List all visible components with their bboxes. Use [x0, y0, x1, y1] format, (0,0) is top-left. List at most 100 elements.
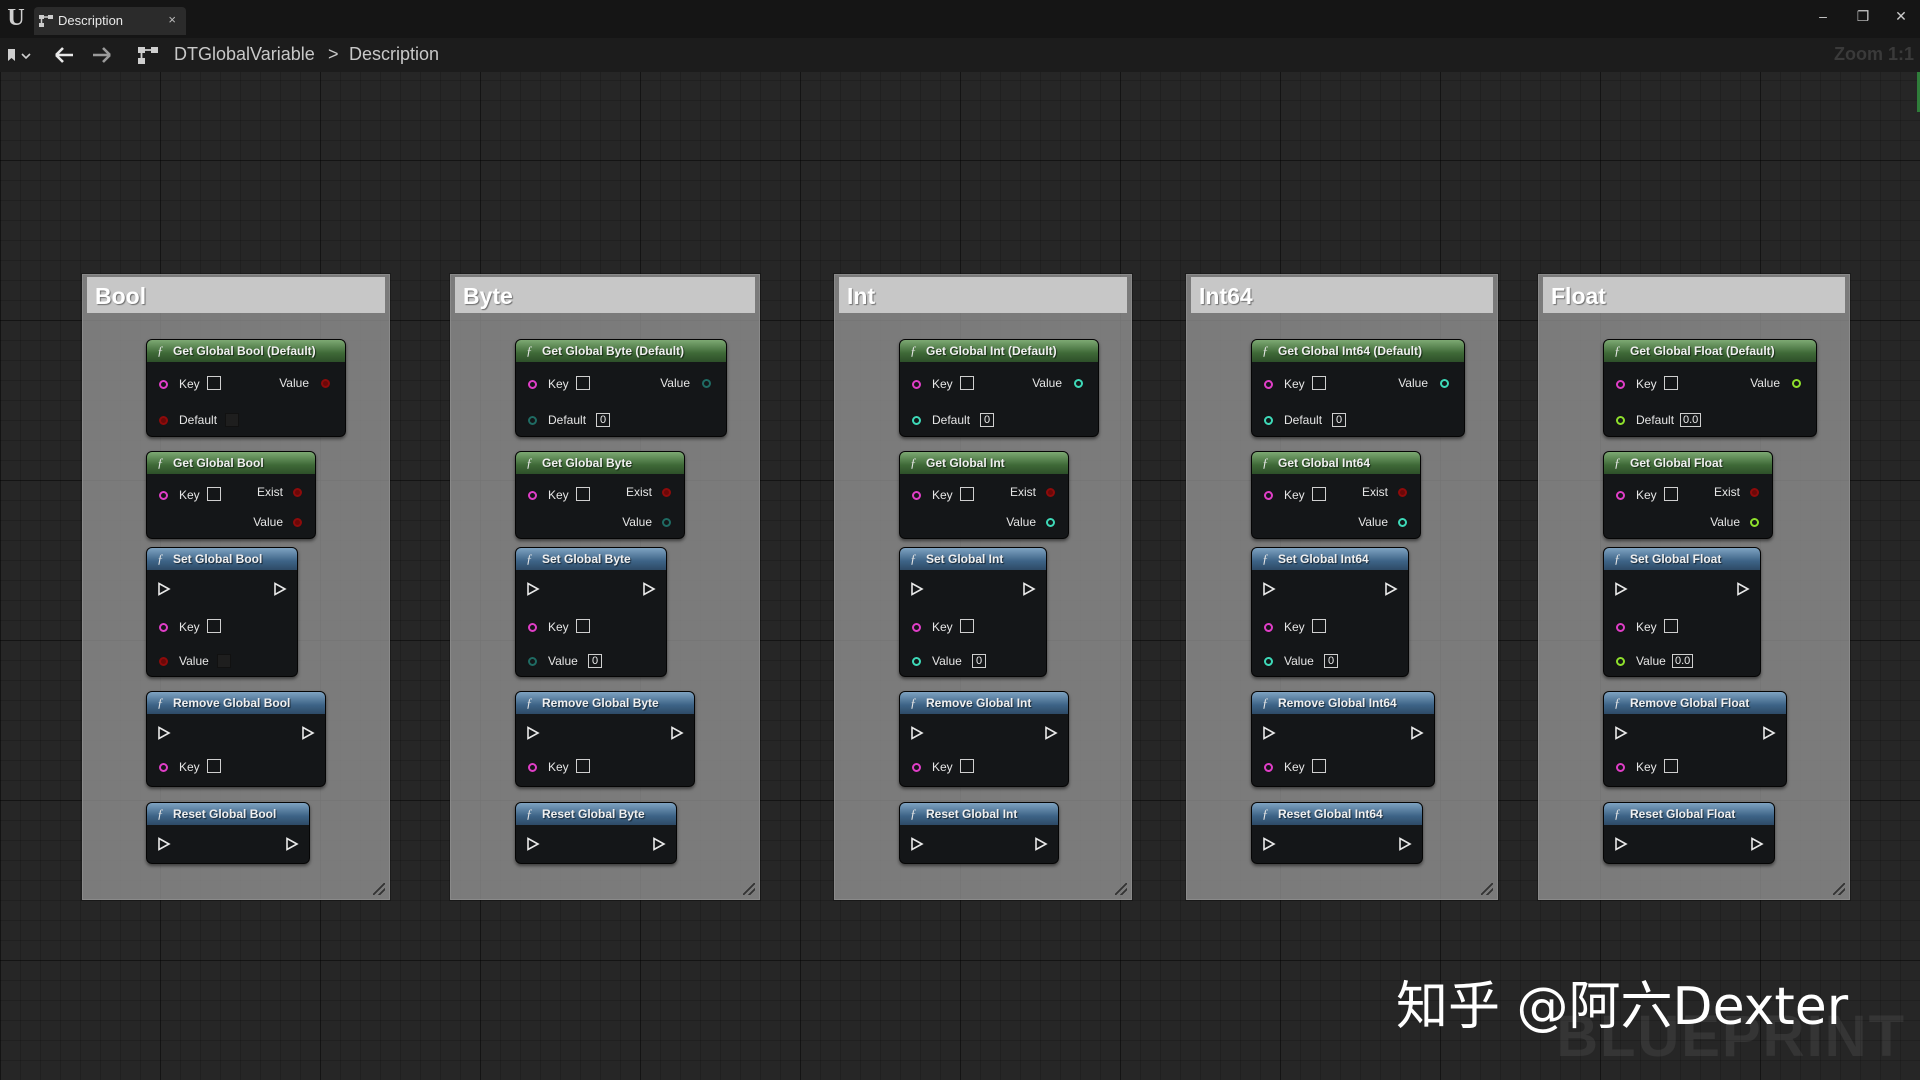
- exec-out-pin[interactable]: [1022, 582, 1036, 596]
- key-pin[interactable]: [528, 491, 537, 500]
- node-remove[interactable]: ƒ Remove Global Float Key: [1603, 691, 1787, 787]
- node-remove[interactable]: ƒ Remove Global Int64 Key: [1251, 691, 1435, 787]
- comment-box-bool[interactable]: Bool ƒ Get Global Bool (Default) Key Value De…: [82, 274, 390, 900]
- key-pin[interactable]: [1264, 491, 1273, 500]
- key-input[interactable]: [960, 376, 974, 390]
- exec-out-pin[interactable]: [1044, 726, 1058, 740]
- exec-in-pin[interactable]: [1614, 837, 1628, 851]
- value-pin[interactable]: [293, 518, 302, 527]
- value-pin[interactable]: [1792, 379, 1801, 388]
- close-window-button[interactable]: ✕: [1886, 5, 1916, 27]
- exec-out-pin[interactable]: [301, 726, 315, 740]
- key-pin[interactable]: [1616, 491, 1625, 500]
- key-pin[interactable]: [528, 763, 537, 772]
- node-reset[interactable]: ƒ Reset Global Bool: [146, 802, 310, 864]
- key-pin[interactable]: [912, 623, 921, 632]
- key-pin[interactable]: [1264, 380, 1273, 389]
- comment-box-float[interactable]: Float ƒ Get Global Float (Default) Key Value…: [1538, 274, 1850, 900]
- node-set[interactable]: ƒ Set Global Int64 Key Value 0: [1251, 547, 1409, 677]
- exist-pin[interactable]: [1046, 488, 1055, 497]
- exec-in-pin[interactable]: [526, 582, 540, 596]
- exec-in-pin[interactable]: [1262, 726, 1276, 740]
- exec-out-pin[interactable]: [273, 582, 287, 596]
- key-input[interactable]: [1664, 376, 1678, 390]
- value-pin[interactable]: [702, 379, 711, 388]
- key-input[interactable]: [1312, 759, 1326, 773]
- node-set[interactable]: ƒ Set Global Bool Key Value: [146, 547, 298, 677]
- value-input[interactable]: 0.0: [1672, 654, 1694, 668]
- exec-in-pin[interactable]: [910, 837, 924, 851]
- node-get[interactable]: ƒ Get Global Int Key Exist Value: [899, 451, 1069, 539]
- node-set[interactable]: ƒ Set Global Float Key Value 0.0: [1603, 547, 1761, 677]
- default-input[interactable]: 0: [596, 413, 610, 427]
- key-pin[interactable]: [159, 623, 168, 632]
- default-pin[interactable]: [912, 416, 921, 425]
- exist-pin[interactable]: [1750, 488, 1759, 497]
- exec-out-pin[interactable]: [1736, 582, 1750, 596]
- key-pin[interactable]: [1264, 763, 1273, 772]
- key-pin[interactable]: [1616, 623, 1625, 632]
- node-get[interactable]: ƒ Get Global Int64 Key Exist Value: [1251, 451, 1421, 539]
- value-pin[interactable]: [1398, 518, 1407, 527]
- bookmark-icon[interactable]: [6, 44, 34, 66]
- default-pin[interactable]: [528, 416, 537, 425]
- node-get-default[interactable]: ƒ Get Global Float (Default) Key Value Defau…: [1603, 339, 1817, 437]
- key-input[interactable]: [207, 376, 221, 390]
- exec-in-pin[interactable]: [910, 726, 924, 740]
- node-reset[interactable]: ƒ Reset Global Float: [1603, 802, 1775, 864]
- key-pin[interactable]: [159, 491, 168, 500]
- key-input[interactable]: [1664, 759, 1678, 773]
- key-input[interactable]: [960, 759, 974, 773]
- value-pin[interactable]: [1616, 657, 1625, 666]
- exist-pin[interactable]: [293, 488, 302, 497]
- default-input[interactable]: 0.0: [1680, 413, 1702, 427]
- resize-handle-icon[interactable]: [1481, 883, 1493, 895]
- key-input[interactable]: [576, 487, 590, 501]
- exec-in-pin[interactable]: [1614, 726, 1628, 740]
- exec-out-pin[interactable]: [652, 837, 666, 851]
- key-input[interactable]: [207, 759, 221, 773]
- key-input[interactable]: [960, 487, 974, 501]
- value-pin[interactable]: [1264, 657, 1273, 666]
- key-input[interactable]: [1312, 619, 1326, 633]
- value-input[interactable]: 0: [1324, 654, 1338, 668]
- value-pin[interactable]: [321, 379, 330, 388]
- exec-out-pin[interactable]: [1410, 726, 1424, 740]
- exec-out-pin[interactable]: [285, 837, 299, 851]
- resize-handle-icon[interactable]: [1115, 883, 1127, 895]
- key-pin[interactable]: [159, 763, 168, 772]
- value-pin[interactable]: [1074, 379, 1083, 388]
- node-get-default[interactable]: ƒ Get Global Int (Default) Key Value Default…: [899, 339, 1099, 437]
- resize-handle-icon[interactable]: [1833, 883, 1845, 895]
- comment-header[interactable]: Byte: [455, 277, 755, 313]
- comment-box-int[interactable]: Int ƒ Get Global Int (Default) Key Value Defa…: [834, 274, 1132, 900]
- comment-box-byte[interactable]: Byte ƒ Get Global Byte (Default) Key Value De…: [450, 274, 760, 900]
- tab-description[interactable]: Description ×: [34, 7, 186, 35]
- node-set[interactable]: ƒ Set Global Int Key Value 0: [899, 547, 1047, 677]
- default-pin[interactable]: [1616, 416, 1625, 425]
- value-pin[interactable]: [159, 657, 168, 666]
- value-checkbox[interactable]: [217, 654, 231, 668]
- default-pin[interactable]: [1264, 416, 1273, 425]
- node-set[interactable]: ƒ Set Global Byte Key Value 0: [515, 547, 667, 677]
- exec-in-pin[interactable]: [1614, 582, 1628, 596]
- key-pin[interactable]: [912, 380, 921, 389]
- key-input[interactable]: [1664, 487, 1678, 501]
- restore-button[interactable]: ❐: [1848, 5, 1878, 27]
- node-remove[interactable]: ƒ Remove Global Int Key: [899, 691, 1069, 787]
- exec-in-pin[interactable]: [910, 582, 924, 596]
- key-input[interactable]: [207, 487, 221, 501]
- comment-header[interactable]: Float: [1543, 277, 1845, 313]
- key-pin[interactable]: [528, 623, 537, 632]
- exec-out-pin[interactable]: [1384, 582, 1398, 596]
- resize-handle-icon[interactable]: [373, 883, 385, 895]
- key-pin[interactable]: [912, 763, 921, 772]
- node-get-default[interactable]: ƒ Get Global Bool (Default) Key Value Defaul…: [146, 339, 346, 437]
- exec-out-pin[interactable]: [1398, 837, 1412, 851]
- exist-pin[interactable]: [1398, 488, 1407, 497]
- key-input[interactable]: [207, 619, 221, 633]
- key-input[interactable]: [576, 376, 590, 390]
- node-reset[interactable]: ƒ Reset Global Int: [899, 802, 1059, 864]
- node-get-default[interactable]: ƒ Get Global Int64 (Default) Key Value Defau…: [1251, 339, 1465, 437]
- exec-in-pin[interactable]: [526, 837, 540, 851]
